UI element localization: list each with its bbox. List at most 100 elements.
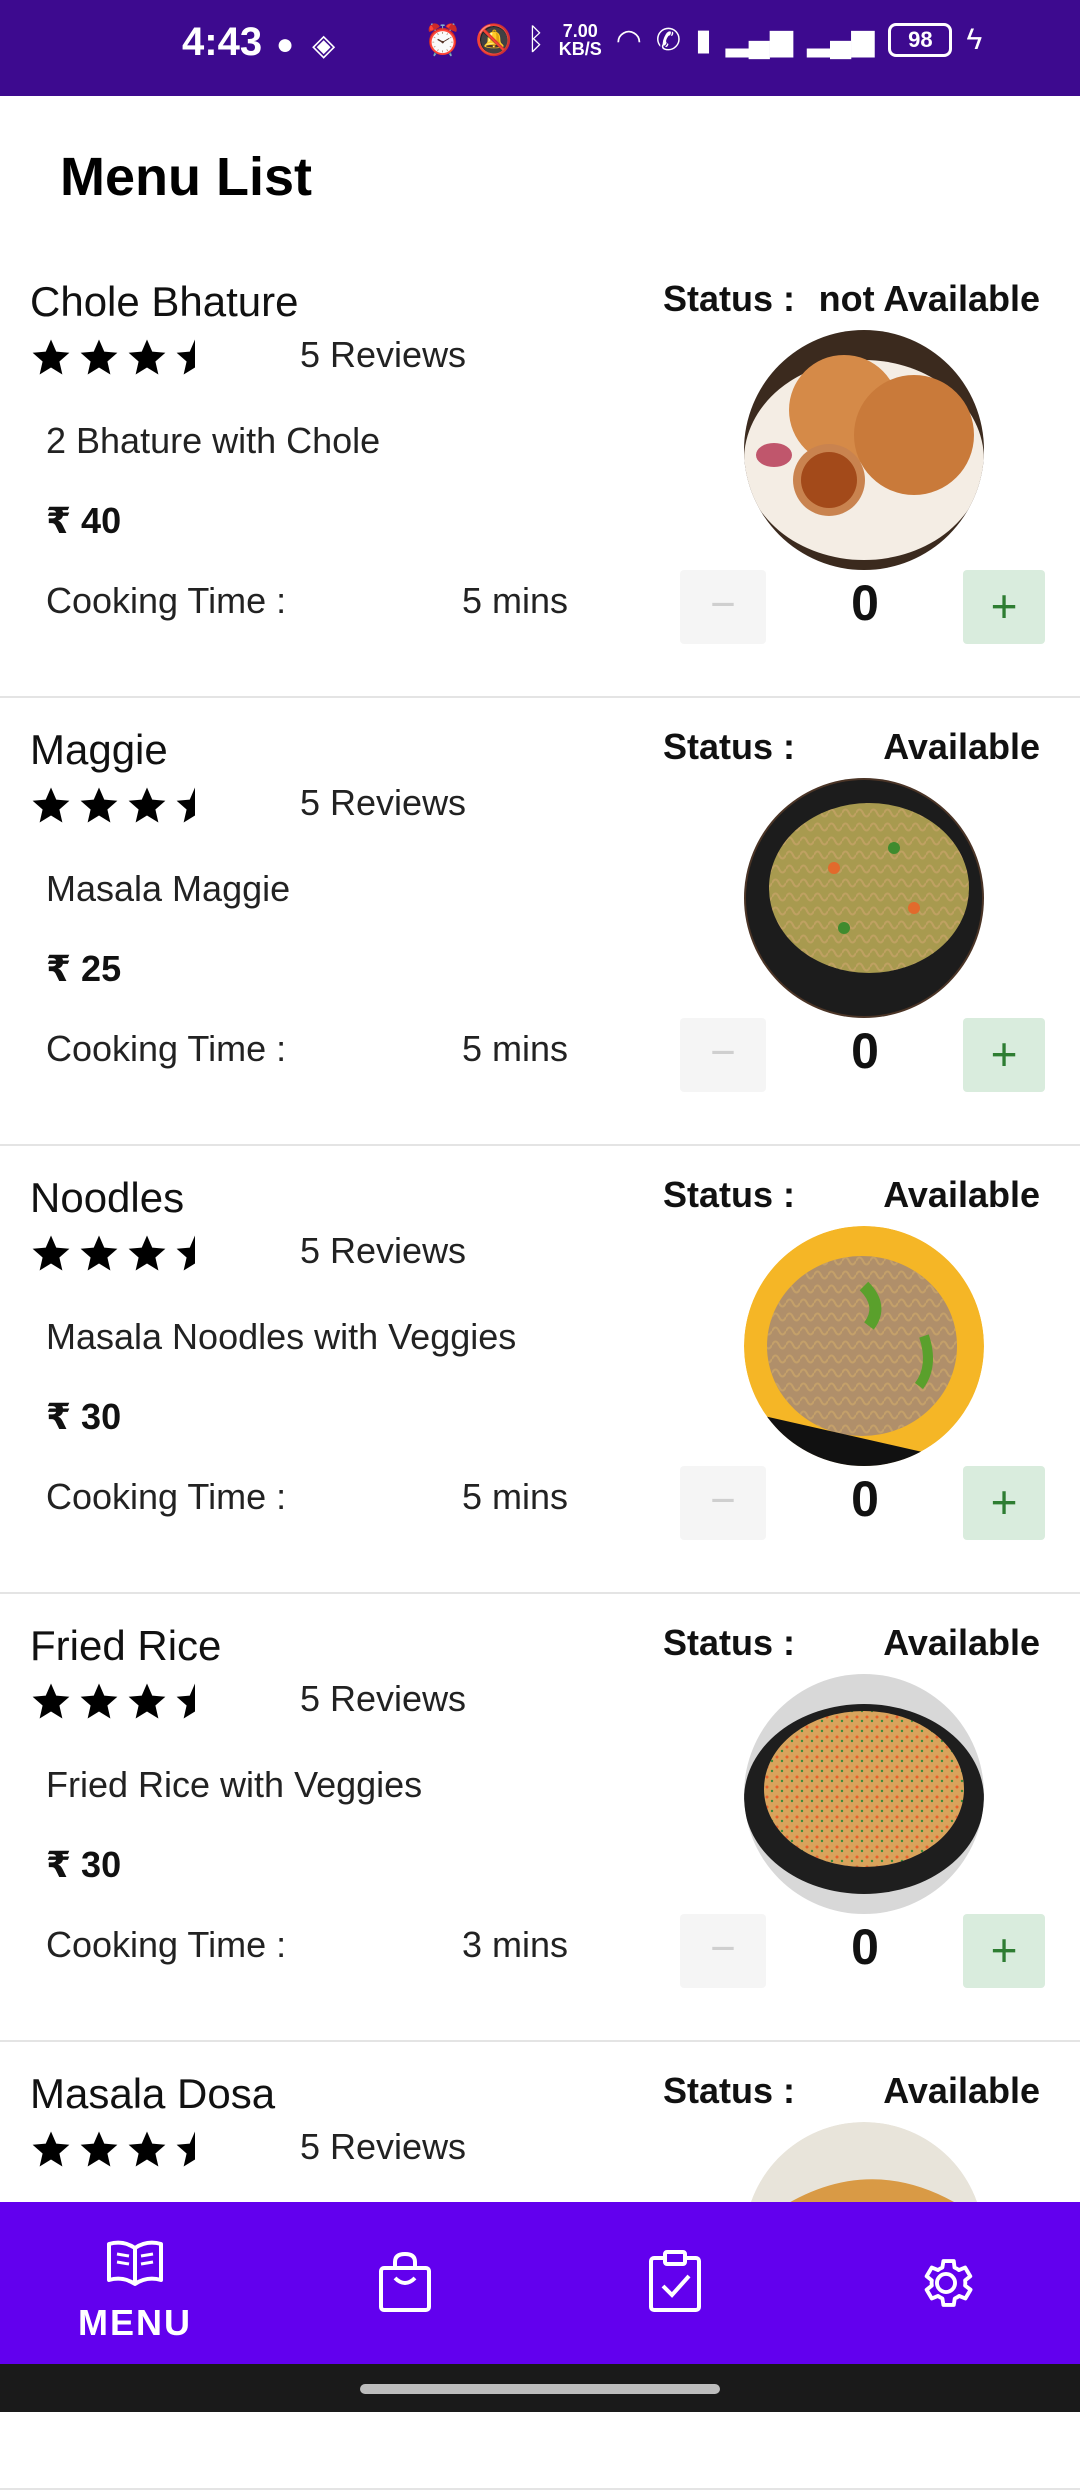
cooking-time-label: Cooking Time : [46,1924,287,1965]
status-label: Status : [663,1174,796,1215]
menu-item-noodles[interactable]: Noodles 5 Reviews Masala Noodles with Ve… [0,1146,1080,1594]
food-image [744,330,984,570]
net-speed: 7.00 KB/S [559,22,602,58]
menu-item-maggie[interactable]: Maggie 5 Reviews Masala Maggie ₹ 25 Cook… [0,698,1080,1146]
star-half-icon [176,339,195,375]
star-full-icon [128,2131,166,2167]
jio-icon: ● [276,28,295,61]
star-full-icon [32,2131,70,2167]
star-half-icon [176,1235,195,1271]
food-image [744,1674,984,1914]
nav-item-cart[interactable] [270,2202,540,2364]
quantity-value: 0 [851,575,879,631]
bluetooth-icon: ᛒ [526,23,545,56]
item-price: ₹ 40 [46,500,122,541]
item-description: Masala Maggie [46,868,291,909]
menu-list: Chole Bhature 5 Reviews 2 Bhature with C… [0,250,1080,2490]
cooking-time-label: Cooking Time : [46,1028,287,1069]
item-name: Chole Bhature [30,278,299,325]
rating-stars [30,784,216,826]
star-full-icon [80,1235,118,1271]
home-gesture-handle[interactable] [360,2384,720,2394]
increase-quantity-button[interactable]: + [963,1018,1045,1092]
star-full-icon [32,339,70,375]
decrease-quantity-button[interactable]: − [680,570,766,644]
food-image [744,778,984,1018]
book-open-icon [107,2240,163,2286]
page-title: Menu List [60,147,312,207]
nav-item-settings[interactable] [810,2202,1080,2364]
quantity-value: 0 [851,1919,879,1975]
status-bar: 4:43 ● ◈ ⏰ 🔕 ᛒ 7.00 KB/S ◠ ✆ ▮ ▂▄▆ ▂▄▆ 9… [0,0,1080,96]
cooking-time-label: Cooking Time : [46,1476,287,1517]
quantity-value: 0 [851,1471,879,1527]
signal-icon: ▂▄▆ [725,23,793,57]
nav-item-orders[interactable] [540,2202,810,2364]
item-price: ₹ 30 [46,1396,122,1437]
wifi-icon: ◠ [615,23,642,57]
cooking-time-value: 5 mins [462,1028,569,1069]
decrease-quantity-button[interactable]: − [680,1466,766,1540]
charging-icon: ϟ [966,23,983,56]
star-full-icon [32,1235,70,1271]
status-value: not Available [818,278,1040,319]
reviews-count: 5 Reviews [300,1678,467,1719]
pill-icon: ◈ [312,29,336,62]
item-price: ₹ 30 [46,1844,122,1885]
clipboard-check-icon [649,2250,701,2312]
item-description: Masala Noodles with Veggies [46,1316,517,1357]
alarm-icon: ⏰ [424,23,462,57]
status-value: Available [883,1622,1040,1663]
star-full-icon [32,1683,70,1719]
item-name: Maggie [30,726,168,773]
status-left-icons: ● ◈ [276,28,335,63]
increase-quantity-button[interactable]: + [963,1914,1045,1988]
rating-stars [30,1232,216,1274]
mute-icon: 🔕 [475,23,513,57]
item-name: Fried Rice [30,1622,222,1669]
bottom-navigation: MENU [0,2202,1080,2364]
star-full-icon [128,1683,166,1719]
rating-stars [30,2128,216,2170]
nav-label-menu: MENU [78,2302,192,2343]
status-label: Status : [663,726,796,767]
battery-level: 98 [888,23,953,57]
cooking-time-value: 3 mins [462,1924,569,1965]
star-full-icon [32,787,70,823]
quantity-value: 0 [851,1023,879,1079]
net-speed-value: 7.00 [562,21,598,41]
gear-icon [924,2259,973,2307]
cooking-time-value: 5 mins [462,1476,569,1517]
star-full-icon [80,2131,118,2167]
rating-stars [30,336,216,378]
rating-stars [30,1680,216,1722]
star-full-icon [80,1683,118,1719]
item-name: Masala Dosa [30,2070,276,2117]
status-right-icons: ⏰ 🔕 ᛒ 7.00 KB/S ◠ ✆ ▮ ▂▄▆ ▂▄▆ 98 ϟ [424,22,982,58]
reviews-count: 5 Reviews [300,782,467,823]
call-icon: ✆ [655,23,682,57]
reviews-count: 5 Reviews [300,2126,467,2167]
decrease-quantity-button[interactable]: − [680,1018,766,1092]
star-half-icon [176,787,195,823]
increase-quantity-button[interactable]: + [963,1466,1045,1540]
menu-item-chole-bhature[interactable]: Chole Bhature 5 Reviews 2 Bhature with C… [0,250,1080,698]
status-label: Status : [663,2070,796,2111]
status-value: Available [883,2070,1040,2111]
status-label: Status : [663,1622,796,1663]
nav-item-menu[interactable]: MENU [0,2202,270,2364]
status-label: Status : [663,278,796,319]
food-image [744,1226,984,1466]
status-value: Available [883,726,1040,767]
star-full-icon [80,787,118,823]
star-half-icon [176,1683,195,1719]
star-full-icon [80,339,118,375]
menu-item-fried-rice[interactable]: Fried Rice 5 Reviews Fried Rice with Veg… [0,1594,1080,2042]
item-name: Noodles [30,1174,185,1221]
decrease-quantity-button[interactable]: − [680,1914,766,1988]
gesture-bar [0,2364,1080,2412]
increase-quantity-button[interactable]: + [963,570,1045,644]
cooking-time-value: 5 mins [462,580,569,621]
item-price: ₹ 25 [46,948,122,989]
reviews-count: 5 Reviews [300,1230,467,1271]
